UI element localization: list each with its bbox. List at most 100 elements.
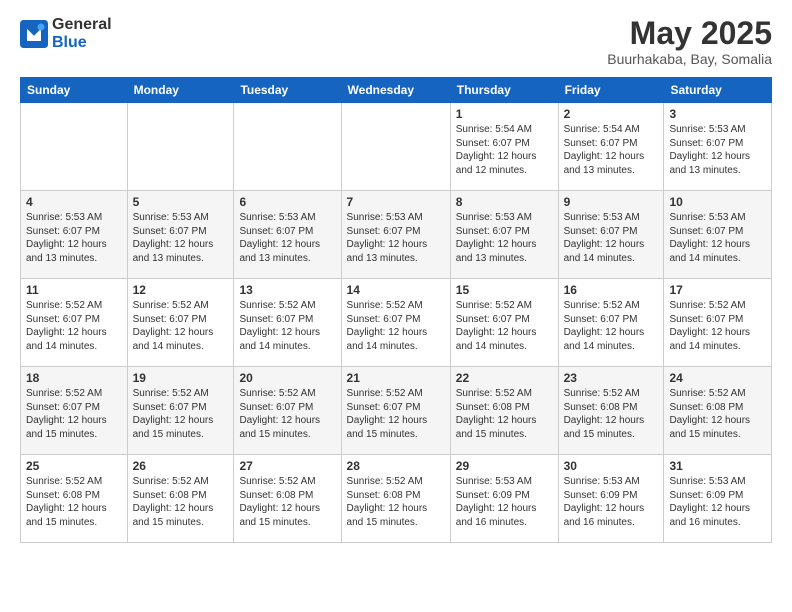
day-info: Sunrise: 5:52 AM Sunset: 6:07 PM Dayligh… xyxy=(133,387,229,441)
calendar-cell: 30Sunrise: 5:53 AM Sunset: 6:09 PM Dayli… xyxy=(558,455,664,543)
day-number: 20 xyxy=(239,371,335,385)
calendar-week-row: 11 Sunrise: 5:52 AM Sunset: 6:07 PM Dayli… xyxy=(21,279,772,367)
weekday-row: SundayMondayTuesdayWednesdayThursdayFrid… xyxy=(21,78,772,103)
month-title: May 2025 xyxy=(607,16,772,51)
logo-icon xyxy=(20,20,48,48)
day-info: Sunrise: 5:52 AM Sunset: 6:07 PM Dayligh… xyxy=(239,299,335,353)
calendar-cell: 14 Sunrise: 5:52 AM Sunset: 6:07 PM Dayli… xyxy=(341,279,450,367)
day-info: Sunrise: 5:52 AM Sunset: 6:07 PM Dayligh… xyxy=(669,299,766,353)
calendar-cell: 1Sunrise: 5:54 AM Sunset: 6:07 PM Daylig… xyxy=(450,103,558,191)
calendar-cell: 7Sunrise: 5:53 AM Sunset: 6:07 PM Daylig… xyxy=(341,191,450,279)
day-number: 14 xyxy=(347,283,445,297)
day-number: 27 xyxy=(239,459,335,473)
day-number: 12 xyxy=(133,283,229,297)
calendar-week-row: 1 Sunrise: 5:54 AM Sunset: 6:07 PM Daylig… xyxy=(21,103,772,191)
calendar-cell: 11 Sunrise: 5:52 AM Sunset: 6:07 PM Dayli… xyxy=(21,279,128,367)
day-number: 7 xyxy=(347,195,445,209)
day-info: Sunrise: 5:52 AM Sunset: 6:07 PM Dayligh… xyxy=(564,299,659,353)
day-info: Sunrise: 5:52 AM Sunset: 6:07 PM Dayligh… xyxy=(456,299,553,353)
calendar-cell: 4 Sunrise: 5:53 AM Sunset: 6:07 PM Daylig… xyxy=(21,191,128,279)
day-info: Sunrise: 5:52 AM Sunset: 6:08 PM Dayligh… xyxy=(239,475,335,529)
day-number: 13 xyxy=(239,283,335,297)
location: Buurhakaba, Bay, Somalia xyxy=(607,51,772,67)
day-number: 15 xyxy=(456,283,553,297)
day-info: Sunrise: 5:53 AM Sunset: 6:07 PM Dayligh… xyxy=(26,211,122,265)
day-number: 18 xyxy=(26,371,122,385)
calendar-cell: 20 Sunrise: 5:52 AM Sunset: 6:07 PM Dayli… xyxy=(234,367,341,455)
calendar-body: 1 Sunrise: 5:54 AM Sunset: 6:07 PM Daylig… xyxy=(21,103,772,543)
weekday-header: Sunday xyxy=(21,78,128,103)
calendar-cell: 21 Sunrise: 5:52 AM Sunset: 6:07 PM Dayli… xyxy=(341,367,450,455)
calendar-cell xyxy=(127,103,234,191)
day-info: Sunrise: 5:52 AM Sunset: 6:08 PM Dayligh… xyxy=(564,387,659,441)
calendar-week-row: 25 Sunrise: 5:52 AM Sunset: 6:08 PM Dayli… xyxy=(21,455,772,543)
day-info: Sunrise: 5:52 AM Sunset: 6:07 PM Dayligh… xyxy=(347,299,445,353)
weekday-header: Thursday xyxy=(450,78,558,103)
calendar-cell: 17 Sunrise: 5:52 AM Sunset: 6:07 PM Dayli… xyxy=(664,279,772,367)
calendar-cell: 31 Sunrise: 5:53 AM Sunset: 6:09 PM Dayli… xyxy=(664,455,772,543)
calendar-cell: 2 Sunrise: 5:54 AM Sunset: 6:07 PM Daylig… xyxy=(558,103,664,191)
calendar-cell: 24 Sunrise: 5:52 AM Sunset: 6:08 PM Dayli… xyxy=(664,367,772,455)
calendar-cell: 12Sunrise: 5:52 AM Sunset: 6:07 PM Dayli… xyxy=(127,279,234,367)
day-info: Sunrise: 5:52 AM Sunset: 6:07 PM Dayligh… xyxy=(239,387,335,441)
weekday-header: Tuesday xyxy=(234,78,341,103)
calendar-cell: 9Sunrise: 5:53 AM Sunset: 6:07 PM Daylig… xyxy=(558,191,664,279)
day-number: 9 xyxy=(564,195,659,209)
calendar-cell: 23Sunrise: 5:52 AM Sunset: 6:08 PM Dayli… xyxy=(558,367,664,455)
day-number: 8 xyxy=(456,195,553,209)
page: General Blue May 2025 Buurhakaba, Bay, S… xyxy=(0,0,792,612)
day-info: Sunrise: 5:54 AM Sunset: 6:07 PM Dayligh… xyxy=(564,123,659,177)
day-info: Sunrise: 5:53 AM Sunset: 6:09 PM Dayligh… xyxy=(669,475,766,529)
logo-blue: Blue xyxy=(52,34,112,52)
day-number: 22 xyxy=(456,371,553,385)
weekday-header: Friday xyxy=(558,78,664,103)
weekday-header: Monday xyxy=(127,78,234,103)
day-info: Sunrise: 5:53 AM Sunset: 6:07 PM Dayligh… xyxy=(239,211,335,265)
day-number: 29 xyxy=(456,459,553,473)
day-number: 17 xyxy=(669,283,766,297)
header: General Blue May 2025 Buurhakaba, Bay, S… xyxy=(20,16,772,67)
day-number: 24 xyxy=(669,371,766,385)
logo-text: General Blue xyxy=(52,16,112,51)
weekday-header: Wednesday xyxy=(341,78,450,103)
calendar-cell: 25 Sunrise: 5:52 AM Sunset: 6:08 PM Dayli… xyxy=(21,455,128,543)
day-info: Sunrise: 5:52 AM Sunset: 6:08 PM Dayligh… xyxy=(669,387,766,441)
weekday-header: Saturday xyxy=(664,78,772,103)
calendar-cell: 26Sunrise: 5:52 AM Sunset: 6:08 PM Dayli… xyxy=(127,455,234,543)
calendar-cell: 13 Sunrise: 5:52 AM Sunset: 6:07 PM Dayli… xyxy=(234,279,341,367)
day-info: Sunrise: 5:52 AM Sunset: 6:07 PM Dayligh… xyxy=(26,387,122,441)
day-info: Sunrise: 5:52 AM Sunset: 6:08 PM Dayligh… xyxy=(26,475,122,529)
day-number: 11 xyxy=(26,283,122,297)
day-info: Sunrise: 5:52 AM Sunset: 6:08 PM Dayligh… xyxy=(347,475,445,529)
calendar-week-row: 4 Sunrise: 5:53 AM Sunset: 6:07 PM Daylig… xyxy=(21,191,772,279)
day-number: 1 xyxy=(456,107,553,121)
day-number: 25 xyxy=(26,459,122,473)
calendar-cell: 10Sunrise: 5:53 AM Sunset: 6:07 PM Dayli… xyxy=(664,191,772,279)
day-number: 5 xyxy=(133,195,229,209)
day-number: 28 xyxy=(347,459,445,473)
calendar-cell: 28 Sunrise: 5:52 AM Sunset: 6:08 PM Dayli… xyxy=(341,455,450,543)
day-info: Sunrise: 5:53 AM Sunset: 6:07 PM Dayligh… xyxy=(669,123,766,177)
calendar-cell: 16Sunrise: 5:52 AM Sunset: 6:07 PM Dayli… xyxy=(558,279,664,367)
calendar-header: SundayMondayTuesdayWednesdayThursdayFrid… xyxy=(21,78,772,103)
calendar-cell xyxy=(234,103,341,191)
day-info: Sunrise: 5:52 AM Sunset: 6:07 PM Dayligh… xyxy=(26,299,122,353)
day-info: Sunrise: 5:53 AM Sunset: 6:09 PM Dayligh… xyxy=(564,475,659,529)
calendar-cell: 5 Sunrise: 5:53 AM Sunset: 6:07 PM Daylig… xyxy=(127,191,234,279)
day-number: 31 xyxy=(669,459,766,473)
day-number: 4 xyxy=(26,195,122,209)
day-info: Sunrise: 5:52 AM Sunset: 6:08 PM Dayligh… xyxy=(133,475,229,529)
logo-general: General xyxy=(52,16,112,34)
day-info: Sunrise: 5:53 AM Sunset: 6:09 PM Dayligh… xyxy=(456,475,553,529)
day-info: Sunrise: 5:52 AM Sunset: 6:08 PM Dayligh… xyxy=(456,387,553,441)
day-info: Sunrise: 5:52 AM Sunset: 6:07 PM Dayligh… xyxy=(347,387,445,441)
day-number: 21 xyxy=(347,371,445,385)
day-info: Sunrise: 5:53 AM Sunset: 6:07 PM Dayligh… xyxy=(456,211,553,265)
calendar-cell xyxy=(341,103,450,191)
calendar-cell: 3Sunrise: 5:53 AM Sunset: 6:07 PM Daylig… xyxy=(664,103,772,191)
day-number: 10 xyxy=(669,195,766,209)
calendar-cell: 6Sunrise: 5:53 AM Sunset: 6:07 PM Daylig… xyxy=(234,191,341,279)
day-info: Sunrise: 5:53 AM Sunset: 6:07 PM Dayligh… xyxy=(133,211,229,265)
calendar-cell: 29 Sunrise: 5:53 AM Sunset: 6:09 PM Dayli… xyxy=(450,455,558,543)
day-number: 2 xyxy=(564,107,659,121)
